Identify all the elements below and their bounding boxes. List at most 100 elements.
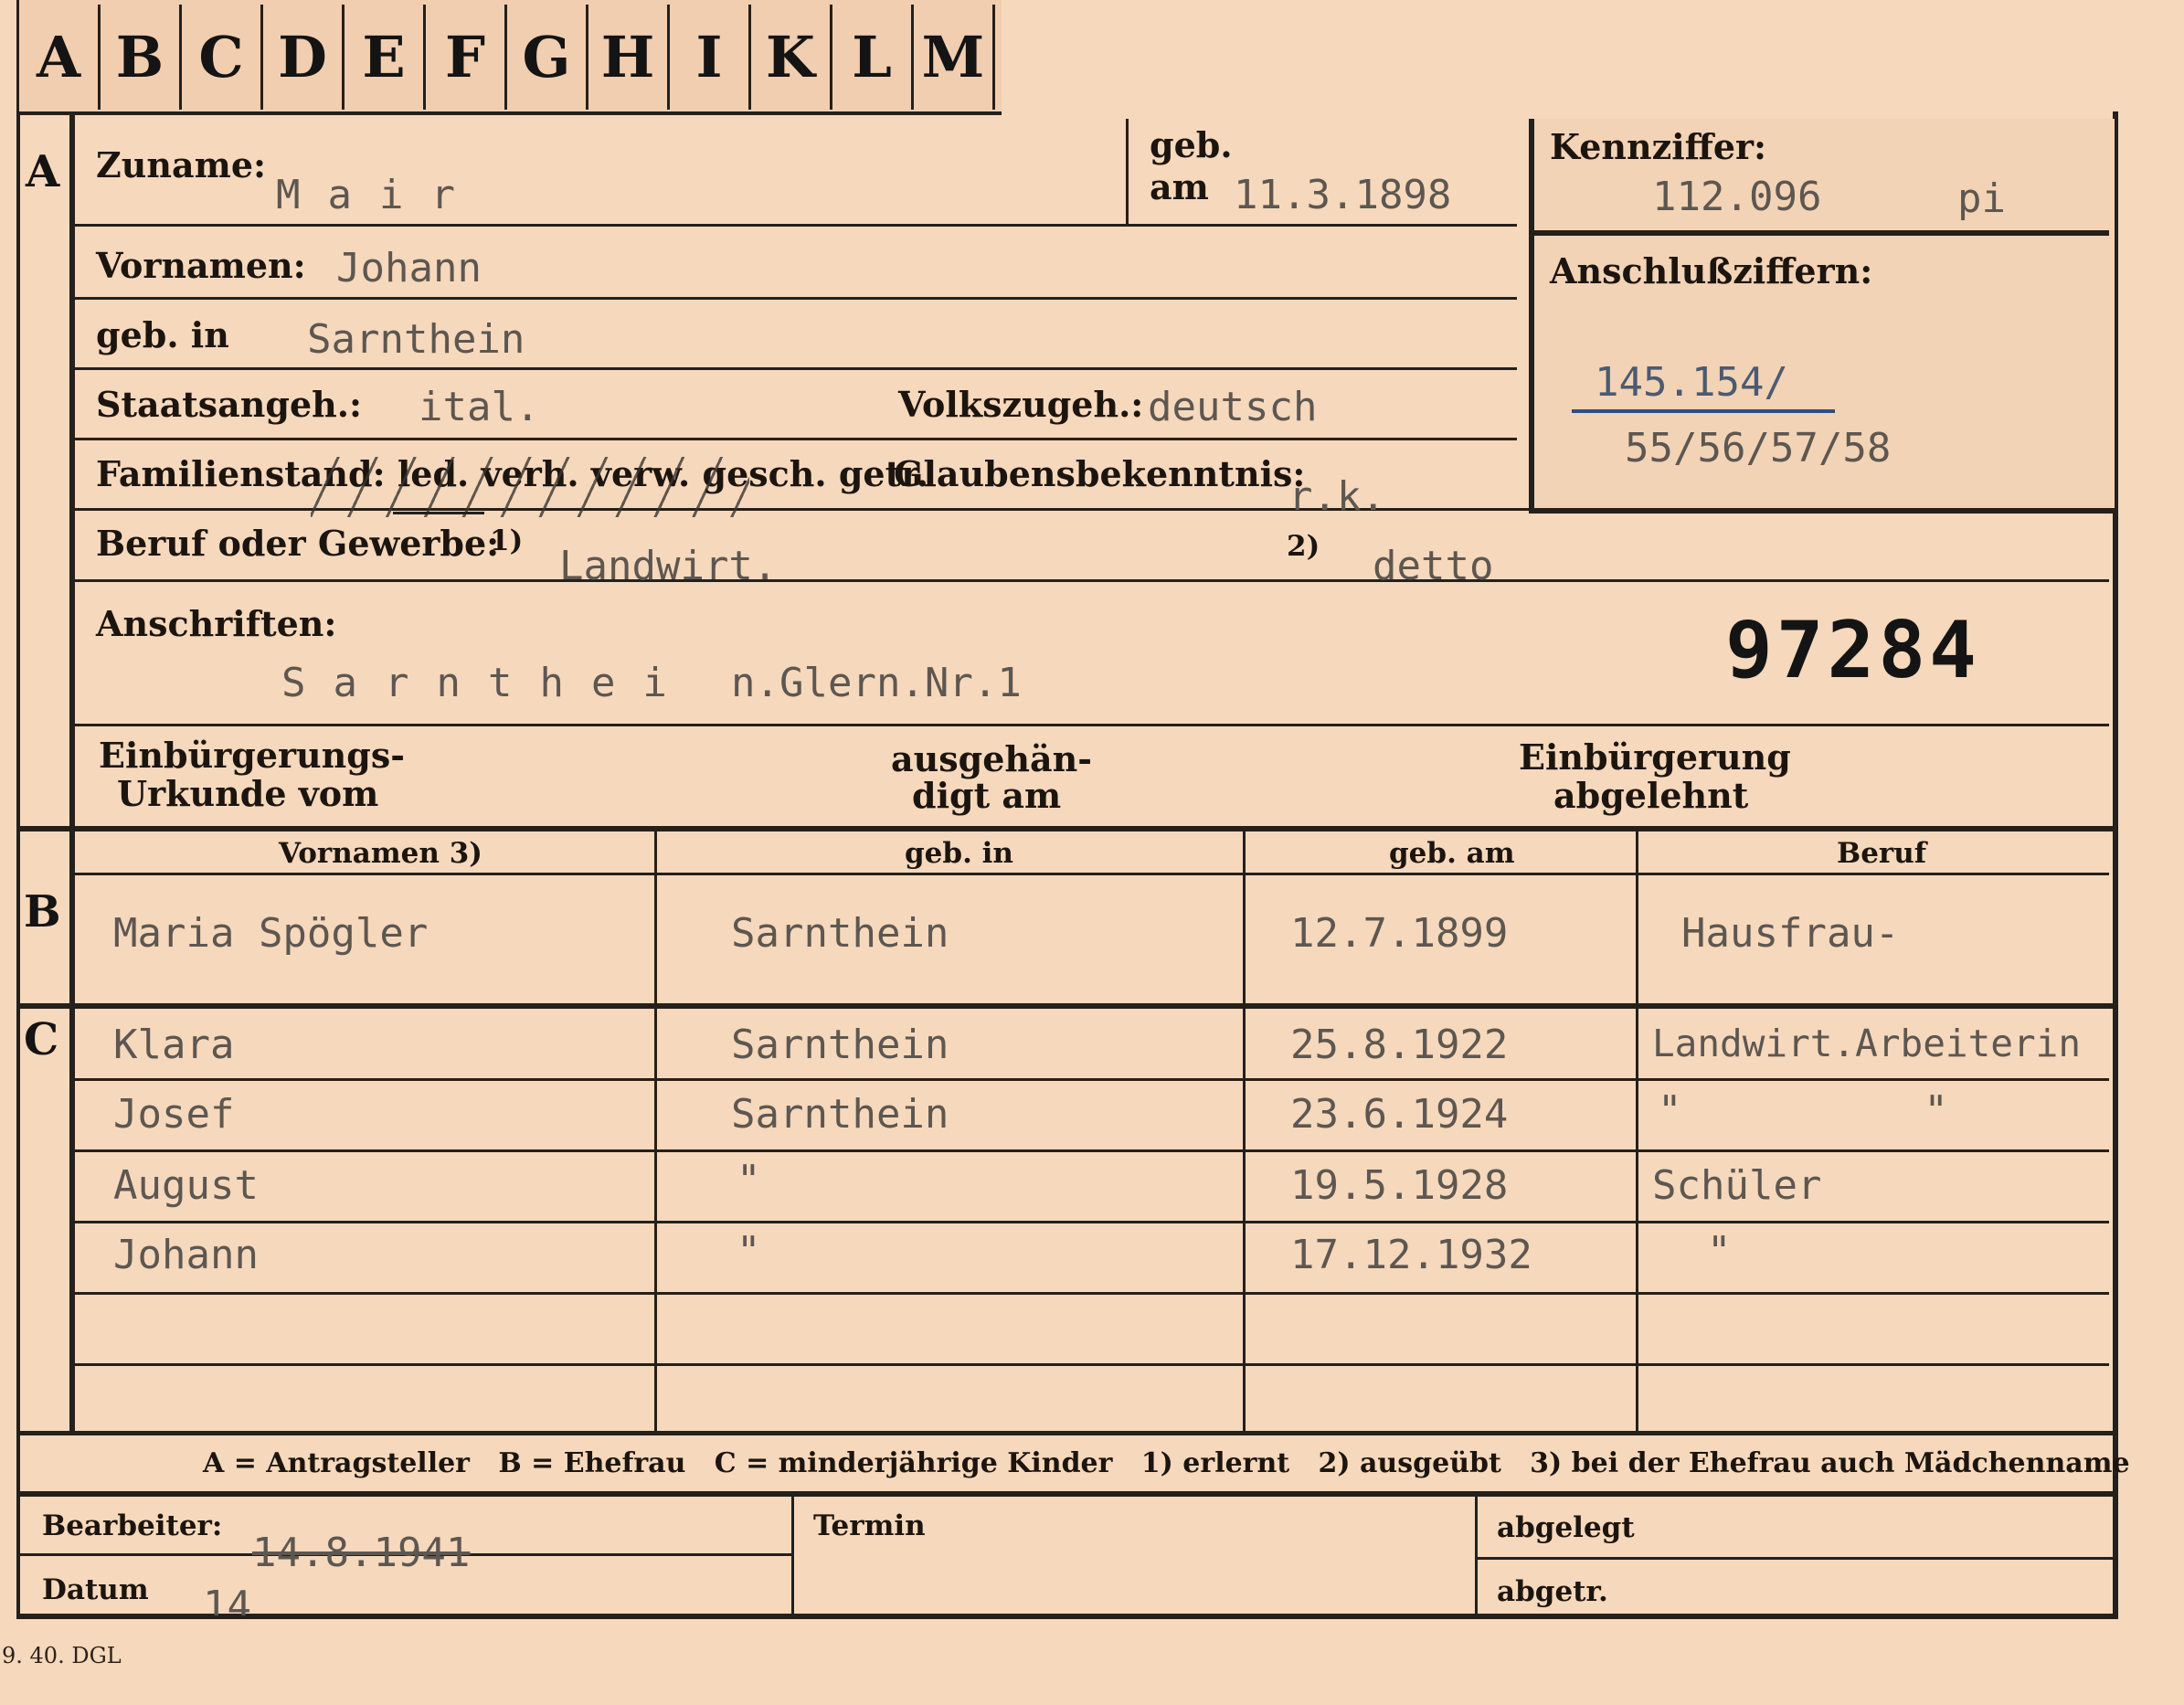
row-line-2 <box>75 297 1517 300</box>
index-tab-l[interactable]: L <box>832 5 914 110</box>
child-row-line-3 <box>75 1221 2109 1223</box>
label-einbuergerungs-1: Einbürgerungs- <box>99 735 406 776</box>
birth-date-value[interactable]: 11.3.1898 <box>1234 172 1451 218</box>
label-kennziffer: Kennziffer: <box>1550 126 1767 167</box>
index-tab-i[interactable]: I <box>670 5 751 110</box>
spouse-birthplace[interactable]: Sarnthein <box>731 910 949 957</box>
child-4-occupation[interactable]: " <box>1707 1228 1732 1275</box>
child-3-birthplace[interactable]: " <box>737 1157 761 1203</box>
header-beruf: Beruf <box>1837 837 1927 870</box>
section-b-letter: B <box>24 886 61 937</box>
row-line-3 <box>75 367 1517 370</box>
label-bearbeiter: Bearbeiter: <box>42 1509 223 1542</box>
child-1-birthplace[interactable]: Sarnthein <box>731 1022 949 1068</box>
row-line-4 <box>75 438 1517 440</box>
index-tab-d[interactable]: D <box>263 5 345 110</box>
child-3-name[interactable]: August <box>113 1162 259 1209</box>
child-3-occupation[interactable]: Schüler <box>1652 1162 1821 1209</box>
child-2-birthplace[interactable]: Sarnthein <box>731 1091 949 1138</box>
citizenship-value[interactable]: ital. <box>419 384 539 430</box>
left-margin-rule <box>69 111 75 1432</box>
label-ausgehaendigt-1: ausgehän- <box>891 738 1093 779</box>
label-termin: Termin <box>813 1509 926 1542</box>
kennziffer-suffix[interactable]: pi <box>1957 175 2006 222</box>
familienstand-strikes <box>311 457 749 517</box>
geb-divider <box>1126 119 1129 224</box>
spouse-name[interactable]: Maria Spögler <box>113 910 428 957</box>
child-3-birth-date[interactable]: 19.5.1928 <box>1290 1162 1508 1209</box>
footnote-1: 1) <box>490 524 524 557</box>
label-glaubensbekenntnis: Glaubensbekenntnis: <box>894 453 1306 494</box>
index-tab-g[interactable]: G <box>507 5 588 110</box>
row-line-7 <box>75 724 2109 726</box>
label-anschriften: Anschriften: <box>96 603 337 644</box>
child-row-line-2 <box>75 1149 2109 1152</box>
first-names-value[interactable]: Johann <box>336 245 482 291</box>
ethnicity-value[interactable]: deutsch <box>1148 384 1317 430</box>
child-4-birth-date[interactable]: 17.12.1932 <box>1290 1232 1532 1278</box>
header-rule <box>75 873 2109 875</box>
section-a-end-rule <box>16 826 2115 831</box>
section-b-end-rule <box>16 1003 2115 1009</box>
child-row-line-4 <box>75 1292 2109 1295</box>
anschluss-line2[interactable]: 55/56/57/58 <box>1625 425 1891 471</box>
address-prefix[interactable]: Sarnthei <box>281 660 694 706</box>
index-tab-a[interactable]: A <box>19 5 101 110</box>
footer-divider-2 <box>1475 1497 1478 1615</box>
label-vornamen: Vornamen: <box>96 245 306 286</box>
footnote-2: 2) <box>1287 530 1320 563</box>
header-vornamen: Vornamen 3) <box>279 837 482 870</box>
address-rest[interactable]: n.Glern.Nr.1 <box>731 660 1022 706</box>
child-2-name[interactable]: Josef <box>113 1091 234 1138</box>
child-2-occupation[interactable]: " " <box>1658 1087 1948 1134</box>
row-line-1 <box>75 224 1517 227</box>
label-beruf: Beruf oder Gewerbe: <box>96 523 500 564</box>
datum-value[interactable]: 14 <box>203 1583 251 1615</box>
child-4-name[interactable]: Johann <box>113 1232 259 1278</box>
label-einbuergerungs-2: Urkunde vom <box>117 773 379 814</box>
index-tab-f[interactable]: F <box>426 5 507 110</box>
footer-divider-1 <box>791 1497 794 1615</box>
header-geb-am: geb. am <box>1389 837 1515 870</box>
label-volkszugeh: Volkszugeh.: <box>898 384 1144 425</box>
label-ausgehaendigt-2: digt am <box>912 775 1062 816</box>
index-tab-b[interactable]: B <box>101 5 182 110</box>
col-divider-2 <box>1243 831 1246 1433</box>
label-abgetr: abgetr. <box>1497 1575 1608 1608</box>
child-1-occupation[interactable]: Landwirt.Arbeiterin <box>1652 1022 2081 1065</box>
child-row-line-5 <box>75 1363 2109 1366</box>
section-a-letter: A <box>26 146 60 197</box>
legend: A = Antragsteller B = Ehefrau C = minder… <box>203 1447 2130 1479</box>
familienstand-underline <box>393 512 484 514</box>
spouse-birth-date[interactable]: 12.7.1899 <box>1290 910 1508 957</box>
index-tab-h[interactable]: H <box>588 5 670 110</box>
religion-value[interactable]: r.k. <box>1288 473 1385 520</box>
label-anschlussziffern: Anschlußziffern: <box>1550 250 1873 291</box>
index-tab-k[interactable]: K <box>751 5 832 110</box>
spouse-occupation[interactable]: Hausfrau- <box>1681 910 1899 957</box>
footer-mid-rule-right <box>1478 1557 2115 1560</box>
label-geb: geb. <box>1150 124 1233 165</box>
child-1-name[interactable]: Klara <box>113 1022 234 1068</box>
label-zuname: Zuname: <box>96 144 267 185</box>
child-2-birth-date[interactable]: 23.6.1924 <box>1290 1091 1508 1138</box>
surname-value[interactable]: Mair <box>276 172 482 218</box>
index-tab-m[interactable]: M <box>914 5 995 110</box>
section-c-letter: C <box>24 1014 59 1065</box>
card-bottom-rule <box>16 1614 2115 1619</box>
bearbeiter-value[interactable]: 14.8.1941 <box>252 1530 470 1576</box>
kennziffer-value[interactable]: 112.096 <box>1652 174 1821 220</box>
child-1-birth-date[interactable]: 25.8.1922 <box>1290 1022 1508 1068</box>
birthplace-value[interactable]: Sarnthein <box>307 316 525 363</box>
file-number: 97284 <box>1725 605 1980 696</box>
occupation-learned-value[interactable]: Landwirt. <box>559 543 777 589</box>
col-divider-1 <box>654 831 657 1433</box>
anschluss-line1[interactable]: 145.154/ <box>1595 359 1788 406</box>
index-tab-e[interactable]: E <box>345 5 426 110</box>
child-4-birthplace[interactable]: " <box>737 1228 761 1275</box>
occupation-practiced-value[interactable]: detto <box>1373 543 1493 589</box>
index-tab-c[interactable]: C <box>182 5 263 110</box>
col-divider-3 <box>1636 831 1638 1433</box>
label-abgelehnt-1: Einbürgerung <box>1519 736 1791 778</box>
table-bottom-rule <box>16 1431 2115 1435</box>
